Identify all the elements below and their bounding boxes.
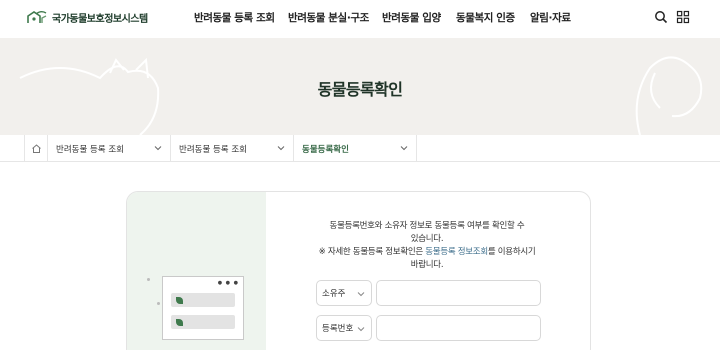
desc-line: 동물등록번호와 소유자 정보로 동물등록 여부를 확인할 수 <box>329 221 525 231</box>
search-icon[interactable] <box>654 10 668 24</box>
browser-window-illustration: ● ● ● <box>162 276 244 340</box>
chevron-down-icon <box>357 292 365 297</box>
chevron-down-icon <box>154 146 162 151</box>
breadcrumb-level2-label: 반려동물 등록 조회 <box>179 144 247 155</box>
chevron-down-icon <box>277 146 285 151</box>
desc-text: 를 이용하시기 <box>487 247 536 257</box>
card-illustration-panel: ● ● ● <box>127 192 266 350</box>
desc-text: ※ 자세한 동물등록 정보확인은 <box>318 247 426 257</box>
page-banner: 동물등록확인 <box>0 38 720 135</box>
desc-line: ※ 자세한 동물등록 정보확인은 동물등록 정보조회를 이용하시기 <box>282 246 572 259</box>
breadcrumb-home[interactable] <box>24 135 48 162</box>
owner-type-select[interactable]: 소유주 <box>316 280 372 306</box>
sparkle-dot <box>147 278 150 281</box>
breadcrumb-level1-select[interactable]: 반려동물 등록 조회 <box>48 135 171 162</box>
nav-item-welfare-certification[interactable]: 동물복지 인증 <box>456 10 515 25</box>
nav-item-registration-lookup[interactable]: 반려동물 등록 조회 <box>194 10 275 25</box>
leaf-icon <box>176 319 183 326</box>
breadcrumb-level3-select[interactable]: 동물등록확인 <box>294 135 417 162</box>
registration-number-select-value: 등록번호 <box>322 324 354 334</box>
registration-check-card: ● ● ● 동물등록번호와 소유자 정보로 동물등록 여부를 확인할 수 있습니… <box>126 191 591 350</box>
chevron-down-icon <box>357 327 365 332</box>
site-header: 국가동물보호정보시스템 반려동물 등록 조회 반려동물 분실·구조 반려동물 입… <box>0 0 720 38</box>
breadcrumb-level2-select[interactable]: 반려동물 등록 조회 <box>171 135 294 162</box>
desc-line: 있습니다. <box>410 234 444 244</box>
leaf-icon <box>176 297 183 304</box>
registration-number-input[interactable] <box>376 315 541 341</box>
registration-number-select[interactable]: 등록번호 <box>316 315 372 341</box>
logo-text: 국가동물보호정보시스템 <box>52 13 148 25</box>
nav-item-adoption[interactable]: 반려동물 입양 <box>382 10 441 25</box>
breadcrumb-level3-label: 동물등록확인 <box>302 144 349 155</box>
nav-item-notices[interactable]: 알림·자료 <box>530 10 571 25</box>
chevron-down-icon <box>400 146 408 151</box>
home-icon <box>31 144 41 153</box>
logo-icon <box>27 11 47 23</box>
breadcrumb: 반려동물 등록 조회 반려동물 등록 조회 동물등록확인 <box>0 135 720 162</box>
sparkle-dot <box>157 302 160 305</box>
grid-menu-icon[interactable] <box>676 10 690 24</box>
page-title: 동물등록확인 <box>317 80 403 99</box>
nav-item-lost-rescue[interactable]: 반려동물 분실·구조 <box>288 10 369 25</box>
site-logo[interactable]: 국가동물보호정보시스템 <box>26 9 148 25</box>
owner-type-value: 소유주 <box>322 289 346 299</box>
breadcrumb-level1-label: 반려동물 등록 조회 <box>56 144 124 155</box>
owner-input[interactable] <box>376 280 541 306</box>
desc-line: 바랍니다. <box>410 260 444 270</box>
registration-info-lookup-link[interactable]: 동물등록 정보조회 <box>425 247 488 257</box>
form-description: 동물등록번호와 소유자 정보로 동물등록 여부를 확인할 수 있습니다. ※ 자… <box>282 220 572 272</box>
window-dots-icon: ● ● ● <box>217 280 239 286</box>
